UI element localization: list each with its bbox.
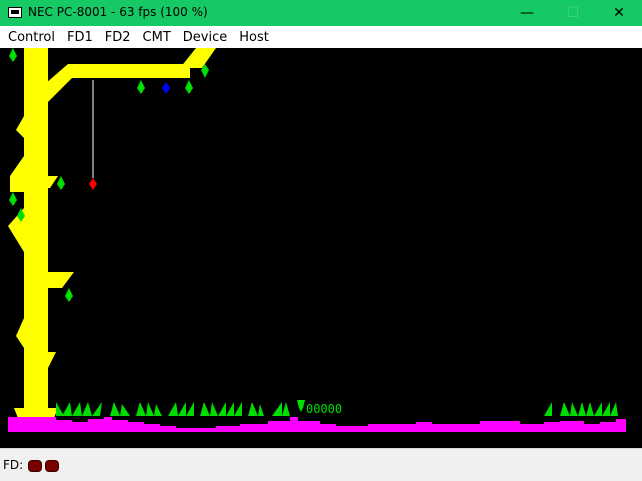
emulator-screen[interactable]: 00000 [0, 48, 642, 448]
fd1-access-indicator [28, 460, 42, 472]
minimize-button[interactable]: — [504, 0, 550, 26]
game-canvas: 00000 [0, 48, 642, 448]
app-icon[interactable] [8, 7, 22, 18]
tree-trunk [24, 48, 48, 418]
screen-background [0, 48, 642, 448]
menu-fd2[interactable]: FD2 [99, 30, 137, 45]
fd2-access-indicator [45, 460, 59, 472]
menu-cmt[interactable]: CMT [137, 30, 177, 45]
fd-status-label: FD: [3, 458, 24, 472]
menu-control[interactable]: Control [2, 30, 61, 45]
maximize-button[interactable]: ☐ [550, 0, 596, 26]
menu-host[interactable]: Host [233, 30, 275, 45]
window-title: NEC PC-8001 - 63 fps (100 %) [28, 5, 208, 19]
tree-root [14, 408, 58, 418]
menu-device[interactable]: Device [177, 30, 233, 45]
menu-bar: Control FD1 FD2 CMT Device Host [0, 26, 642, 48]
title-bar[interactable]: NEC PC-8001 - 63 fps (100 %) — ☐ ✕ [0, 0, 642, 26]
status-bar: FD: [0, 448, 642, 481]
menu-fd1[interactable]: FD1 [61, 30, 99, 45]
close-button[interactable]: ✕ [596, 0, 642, 26]
score-display: 00000 [306, 402, 342, 416]
